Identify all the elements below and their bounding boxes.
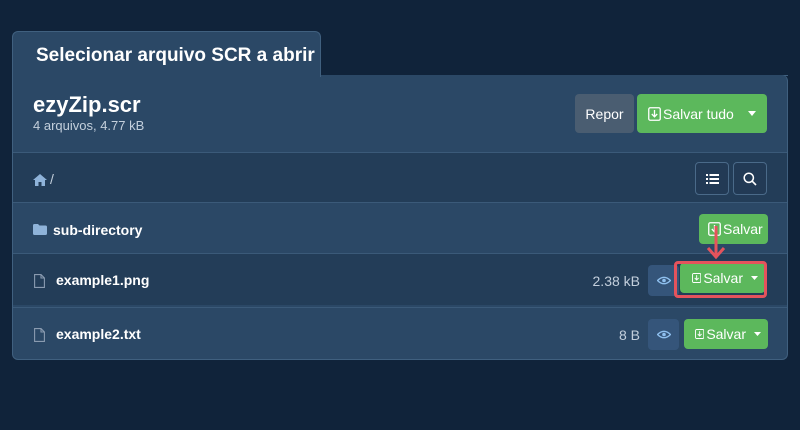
eye-icon — [656, 330, 671, 339]
highlight-box — [674, 261, 767, 298]
list-view-button[interactable] — [695, 162, 729, 195]
file-name[interactable]: example2.txt — [56, 326, 141, 342]
breadcrumb: / — [13, 152, 787, 203]
reset-button[interactable]: Repor — [575, 94, 634, 133]
caret-down-icon — [748, 111, 756, 116]
caret-down-icon — [753, 332, 761, 336]
archive-meta: 4 arquivos, 4.77 kB — [33, 118, 145, 133]
list-item[interactable]: example2.txt 8 B Salvar — [13, 307, 787, 359]
breadcrumb-path[interactable]: / — [50, 171, 54, 187]
list-icon — [705, 173, 719, 184]
file-name[interactable]: example1.png — [56, 272, 149, 288]
home-icon[interactable] — [33, 174, 47, 186]
save-all-button[interactable]: Salvar tudo — [637, 94, 767, 133]
archive-header: ezyZip.scr 4 arquivos, 4.77 kB Repor Sal… — [13, 75, 787, 152]
folder-icon — [33, 224, 47, 235]
dialog-title: Selecionar arquivo SCR a abrir — [36, 45, 315, 66]
file-size: 8 B — [618, 327, 640, 343]
save-file-dropdown-toggle[interactable] — [746, 332, 768, 336]
save-all-main[interactable]: Salvar tudo — [637, 106, 737, 122]
archive-name: ezyZip.scr — [33, 92, 141, 117]
eye-icon — [656, 276, 671, 285]
file-icon — [34, 328, 45, 342]
search-icon — [743, 171, 757, 186]
folder-name[interactable]: sub-directory — [53, 222, 142, 238]
file-size: 2.38 kB — [592, 273, 640, 289]
download-icon — [648, 106, 661, 121]
save-file-main[interactable]: Salvar — [684, 326, 746, 342]
preview-button[interactable] — [648, 319, 679, 350]
dialog-tab: Selecionar arquivo SCR a abrir — [12, 31, 321, 77]
save-all-dropdown-toggle[interactable] — [737, 111, 767, 116]
list-item[interactable]: sub-directory Salvar — [13, 204, 787, 256]
file-icon — [34, 274, 45, 288]
save-label: Salvar — [706, 326, 746, 342]
save-label: Salvar — [723, 221, 763, 237]
save-all-label: Salvar tudo — [663, 105, 734, 122]
search-button[interactable] — [733, 162, 767, 195]
download-icon — [695, 329, 705, 339]
archive-panel: ezyZip.scr 4 arquivos, 4.77 kB Repor Sal… — [12, 75, 788, 360]
arrow-down-icon — [706, 226, 726, 260]
save-file-button[interactable]: Salvar — [684, 319, 768, 349]
list-item[interactable]: example1.png 2.38 kB Salvar — [13, 253, 787, 305]
